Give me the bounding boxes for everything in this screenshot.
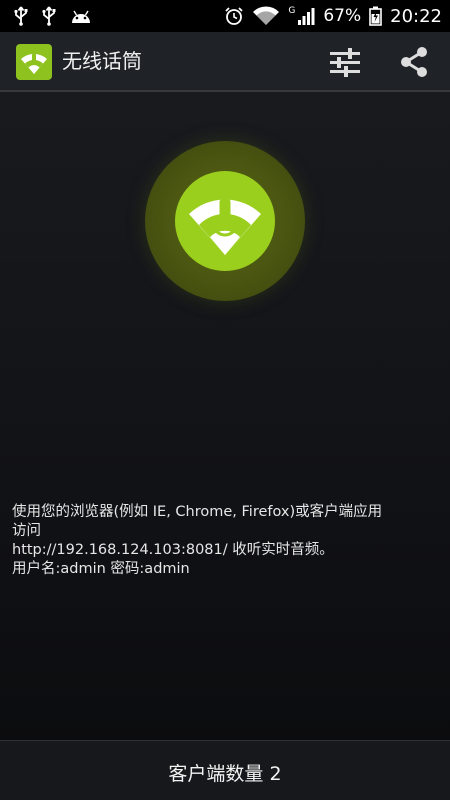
mic-toggle-button[interactable] [145, 141, 305, 301]
info-line: 访问 [12, 523, 41, 539]
app-title: 无线话筒 [62, 49, 142, 73]
battery-percent: 67% [323, 6, 362, 26]
mic-button-center [175, 171, 275, 271]
access-instructions: 使用您的浏览器(例如 IE, Chrome, Firefox)或客户端应用 访问… [12, 503, 438, 579]
status-bar: G 67% 20:22 [0, 0, 450, 32]
network-type: G [288, 6, 296, 16]
clock: 20:22 [390, 5, 442, 27]
wifi-mic-icon[interactable] [16, 44, 52, 80]
wifi-mic-icon [189, 197, 261, 255]
share-icon[interactable] [396, 44, 432, 80]
battery-icon [369, 6, 382, 26]
usb-icon [42, 6, 56, 26]
client-count: 客户端数量 2 [168, 763, 282, 785]
signal-icon [298, 8, 315, 25]
status-left-icons [14, 6, 92, 26]
credentials-line: 用户名:admin 密码:admin [12, 561, 190, 577]
info-url-line: http://192.168.124.103:8081/ 收听实时音频。 [12, 542, 334, 558]
android-icon [72, 10, 90, 23]
alarm-icon [225, 7, 243, 25]
usb-icon [14, 6, 28, 26]
status-right-icons: G 67% 20:22 [224, 4, 442, 28]
screen: G 67% 20:22 无线话筒 使用您的浏览器(例如 IE, Chrome, … [0, 0, 450, 800]
action-bar: 无线话筒 [0, 32, 450, 92]
bottom-bar: 客户端数量 2 [0, 740, 450, 800]
info-line: 使用您的浏览器(例如 IE, Chrome, Firefox)或客户端应用 [12, 504, 383, 520]
settings-sliders-icon[interactable] [326, 44, 364, 80]
wifi-icon [253, 6, 280, 26]
